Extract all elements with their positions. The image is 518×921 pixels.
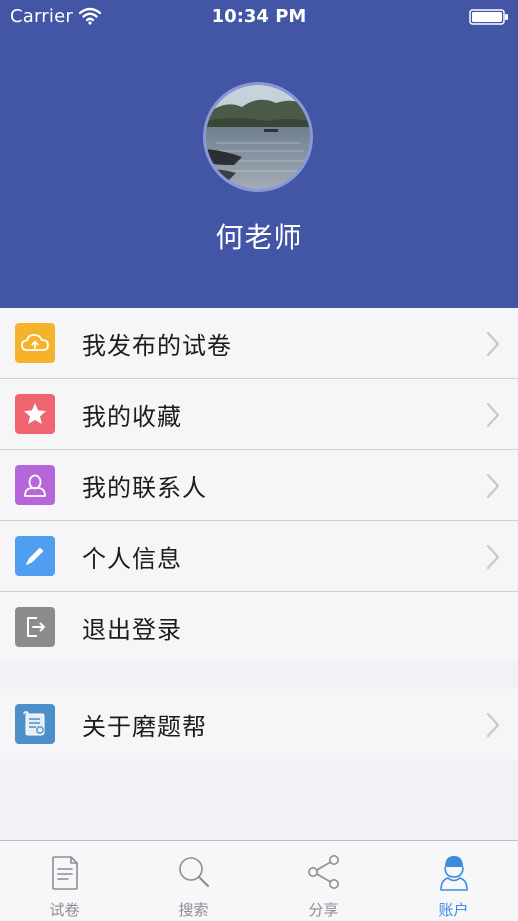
menu-item-personal-info[interactable]: 个人信息 <box>0 521 518 592</box>
tab-account[interactable]: 账户 <box>389 841 518 921</box>
tab-papers[interactable]: 试卷 <box>0 841 129 921</box>
menu-item-label: 个人信息 <box>82 545 182 573</box>
avatar-photo <box>206 85 310 189</box>
tab-search[interactable]: 搜索 <box>129 841 258 921</box>
document-icon <box>52 856 78 890</box>
cloud-upload-icon <box>15 323 55 363</box>
pencil-icon <box>15 536 55 576</box>
menu-item-label: 退出登录 <box>82 616 182 644</box>
tab-label: 账户 <box>438 901 469 919</box>
menu-item-about[interactable]: 关于磨题帮 <box>0 689 518 759</box>
menu-item-label: 我的收藏 <box>82 403 182 431</box>
logout-icon <box>15 607 55 647</box>
menu-item-label: 关于磨题帮 <box>82 713 207 741</box>
status-time: 10:34 PM <box>211 6 307 27</box>
menu-item-logout[interactable]: 退出登录 <box>0 592 518 662</box>
chevron-right-icon <box>486 331 500 357</box>
chevron-right-icon <box>486 544 500 570</box>
chevron-right-icon <box>486 473 500 499</box>
tab-label: 分享 <box>308 901 339 919</box>
battery-icon <box>469 9 508 25</box>
share-icon <box>308 855 339 889</box>
profile-header: Carrier 10:34 PM 何老师 <box>0 0 518 308</box>
chevron-right-icon <box>486 712 500 738</box>
tab-label: 搜索 <box>178 901 209 919</box>
tab-share[interactable]: 分享 <box>259 841 388 921</box>
menu-item-label: 我的联系人 <box>82 474 207 502</box>
contact-person-icon <box>15 465 55 505</box>
menu-group-about: 关于磨题帮 <box>0 689 518 759</box>
scroll-icon <box>15 704 55 744</box>
search-icon <box>179 857 210 888</box>
menu-item-contacts[interactable]: 我的联系人 <box>0 450 518 521</box>
chevron-right-icon <box>486 402 500 428</box>
tab-label: 试卷 <box>49 901 80 919</box>
menu-item-favorites[interactable]: 我的收藏 <box>0 379 518 450</box>
avatar[interactable] <box>203 82 313 192</box>
user-account-icon <box>440 856 468 891</box>
menu-item-published-papers[interactable]: 我发布的试卷 <box>0 308 518 379</box>
menu-item-label: 我发布的试卷 <box>82 332 232 360</box>
user-name: 何老师 <box>215 221 303 254</box>
tab-bar: 试卷 搜索 分享 账户 <box>0 840 518 920</box>
status-bar: Carrier 10:34 PM <box>0 0 518 34</box>
menu-group-main: 我发布的试卷 我的收藏 我的联系人 个人信息 退出登录 <box>0 308 518 662</box>
star-icon <box>15 394 55 434</box>
